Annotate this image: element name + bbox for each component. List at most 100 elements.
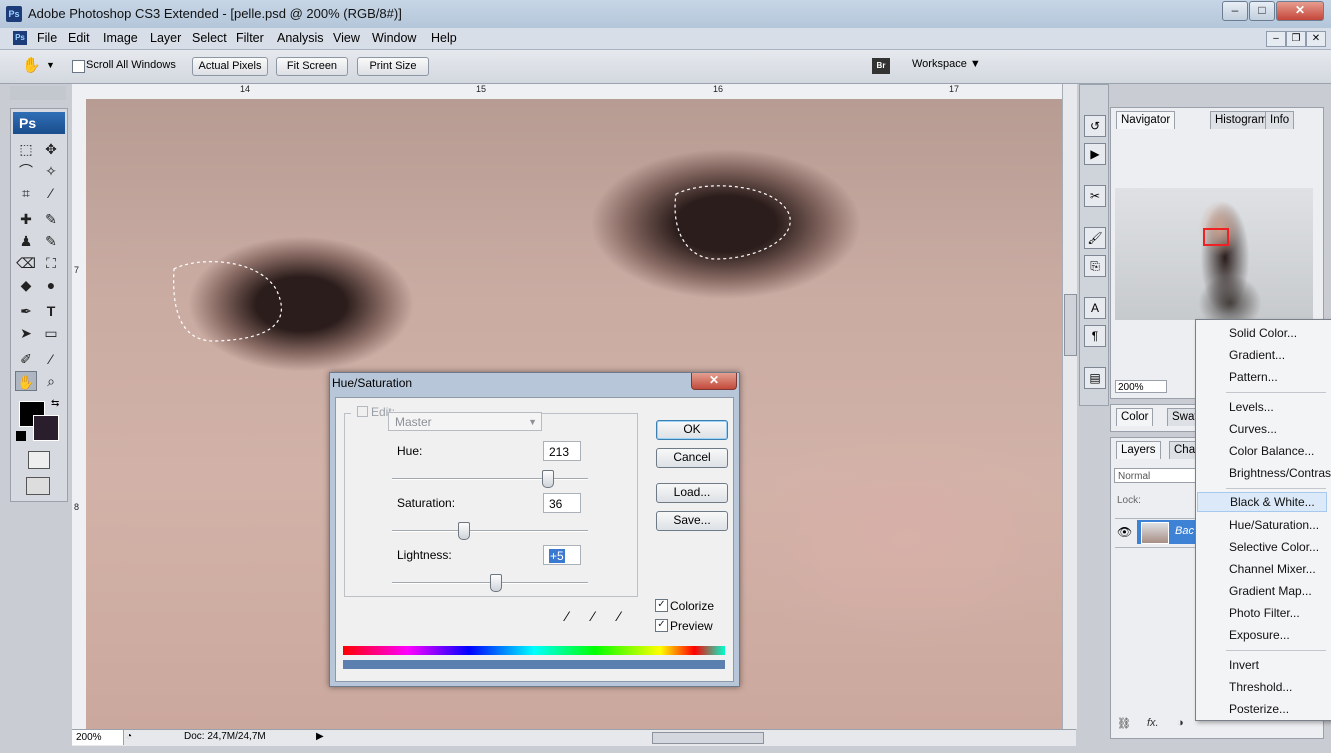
bridge-icon[interactable]: Br (872, 58, 890, 74)
menu-item-exposure[interactable]: Exposure... (1229, 628, 1290, 642)
menu-item-invert[interactable]: Invert (1229, 658, 1259, 672)
type-tool-icon[interactable]: T (40, 301, 62, 321)
healing-brush-tool-icon[interactable]: ✚ (15, 209, 37, 229)
menu-item-threshold[interactable]: Threshold... (1229, 680, 1292, 694)
quick-mask-icon[interactable] (28, 451, 50, 469)
saturation-slider-track[interactable] (392, 530, 588, 532)
notes-tool-icon[interactable]: ✐ (15, 349, 37, 369)
navigator-zoom-field[interactable]: 200% (1115, 380, 1167, 393)
zoom-tool-icon[interactable]: ⌕ (40, 371, 62, 391)
toolbox-header[interactable] (10, 86, 66, 100)
eyedropper-minus-icon[interactable]: ⁄ (618, 608, 620, 624)
menu-item-pattern[interactable]: Pattern... (1229, 370, 1278, 384)
document-close-button[interactable]: ✕ (1306, 31, 1326, 47)
menu-file[interactable]: File (37, 31, 57, 45)
colorize-checkbox[interactable]: ✓ (655, 599, 668, 612)
lightness-slider-thumb[interactable] (489, 574, 502, 592)
magic-wand-tool-icon[interactable]: ✧ (40, 161, 62, 181)
menu-item-brightness-contrast[interactable]: Brightness/Contrast (1229, 466, 1331, 480)
actual-pixels-button[interactable]: Actual Pixels (192, 57, 268, 76)
menu-view[interactable]: View (333, 31, 360, 45)
lightness-input[interactable]: +5 (543, 545, 581, 565)
tab-layers[interactable]: Layers (1116, 441, 1161, 459)
eyedropper-tool-icon[interactable]: ⁄ (40, 349, 62, 369)
link-layers-icon[interactable]: ⛓ (1117, 717, 1131, 730)
eyedropper-plus-icon[interactable]: ⁄ (592, 608, 594, 624)
preview-checkbox[interactable]: ✓ (655, 619, 668, 632)
menu-edit[interactable]: Edit (68, 31, 90, 45)
tab-info[interactable]: Info (1265, 111, 1295, 129)
workspace-menu[interactable]: Workspace ▼ (912, 58, 981, 70)
menu-select[interactable]: Select (192, 31, 227, 45)
maximize-button[interactable]: □ (1249, 1, 1275, 21)
navigator-view-box[interactable] (1203, 228, 1229, 246)
save-button[interactable]: Save... (656, 511, 728, 531)
dialog-close-button[interactable]: ✕ (691, 373, 737, 390)
minimize-button[interactable]: – (1222, 1, 1248, 21)
move-tool-icon[interactable]: ✥ (40, 139, 62, 159)
scroll-all-windows-checkbox[interactable] (72, 60, 85, 73)
tab-histogram[interactable]: Histogram (1210, 111, 1273, 129)
clone-stamp-tool-icon[interactable]: ♟ (15, 231, 37, 251)
navigator-thumbnail[interactable] (1115, 188, 1313, 320)
background-color-swatch[interactable] (33, 415, 59, 441)
document-restore-button[interactable]: ❐ (1286, 31, 1306, 47)
layer-comps-panel-icon[interactable]: ▤ (1084, 367, 1106, 389)
marquee-tool-icon[interactable]: ⬚ (15, 139, 37, 159)
rectangle-tool-icon[interactable]: ▭ (40, 323, 62, 343)
paint-bucket-tool-icon[interactable]: ⛶ (40, 253, 62, 273)
saturation-slider-thumb[interactable] (457, 522, 470, 540)
pen-tool-icon[interactable]: ✒ (15, 301, 37, 321)
saturation-input[interactable]: 36 (543, 493, 581, 513)
eyedropper-icon[interactable]: ⁄ (566, 608, 568, 624)
print-size-button[interactable]: Print Size (357, 57, 429, 76)
vertical-scrollbar[interactable] (1062, 84, 1077, 729)
menu-item-posterize[interactable]: Posterize... (1229, 702, 1289, 716)
hand-tool-preset-icon[interactable]: ✋ (22, 57, 42, 75)
cancel-button[interactable]: Cancel (656, 448, 728, 468)
layer-style-icon[interactable]: fx. (1147, 717, 1159, 729)
blur-tool-icon[interactable]: ◆ (15, 275, 37, 295)
tool-presets-panel-icon[interactable]: ✂ (1084, 185, 1106, 207)
swap-colors-icon[interactable]: ⇆ (51, 398, 59, 409)
document-icon[interactable]: Ps (13, 31, 27, 45)
brushes-panel-icon[interactable]: 🖌 (1084, 227, 1106, 249)
close-button[interactable]: ✕ (1276, 1, 1324, 21)
actions-panel-icon[interactable]: ▶ (1084, 143, 1106, 165)
brush-tool-icon[interactable]: ✎ (40, 209, 62, 229)
hand-tool-icon[interactable]: ✋ (15, 371, 37, 391)
menu-item-gradient[interactable]: Gradient... (1229, 348, 1285, 362)
crop-tool-icon[interactable]: ⌗ (15, 183, 37, 203)
default-colors-icon[interactable] (16, 431, 26, 441)
ok-button[interactable]: OK (656, 420, 728, 440)
path-selection-tool-icon[interactable]: ➤ (15, 323, 37, 343)
vertical-scroll-thumb[interactable] (1064, 294, 1077, 356)
status-arrow-icon[interactable]: ▶ (316, 731, 324, 742)
eye-icon[interactable]: 👁 (1117, 525, 1132, 539)
eraser-tool-icon[interactable]: ⌫ (15, 253, 37, 273)
tab-color[interactable]: Color (1116, 408, 1154, 426)
menu-item-solid-color[interactable]: Solid Color... (1229, 326, 1297, 340)
tab-navigator[interactable]: Navigator (1116, 111, 1176, 129)
add-mask-icon[interactable]: ◑ (1177, 717, 1184, 729)
hue-input[interactable]: 213 (543, 441, 581, 461)
blend-mode-dropdown[interactable]: Normal (1114, 468, 1196, 483)
fit-screen-button[interactable]: Fit Screen (276, 57, 348, 76)
character-panel-icon[interactable]: A (1084, 297, 1106, 319)
menu-item-curves[interactable]: Curves... (1229, 422, 1277, 436)
menu-item-photo-filter[interactable]: Photo Filter... (1229, 606, 1300, 620)
lasso-tool-icon[interactable]: ⌒ (15, 161, 37, 181)
slice-tool-icon[interactable]: ⁄ (40, 183, 62, 203)
clone-source-panel-icon[interactable]: ⎘ (1084, 255, 1106, 277)
history-panel-icon[interactable]: ↺ (1084, 115, 1106, 137)
menu-item-levels[interactable]: Levels... (1229, 400, 1274, 414)
history-brush-tool-icon[interactable]: ✎ (40, 231, 62, 251)
edit-channel-dropdown[interactable]: Master ▼ (388, 412, 542, 431)
hue-slider-track[interactable] (392, 478, 588, 480)
menu-help[interactable]: Help (431, 31, 457, 45)
menu-item-channel-mixer[interactable]: Channel Mixer... (1229, 562, 1316, 576)
screen-mode-icon[interactable] (26, 477, 50, 495)
zoom-level-field[interactable]: 200% (72, 730, 124, 745)
menu-item-black-white[interactable]: Black & White... (1197, 492, 1327, 512)
menu-item-hue-saturation[interactable]: Hue/Saturation... (1229, 518, 1319, 532)
